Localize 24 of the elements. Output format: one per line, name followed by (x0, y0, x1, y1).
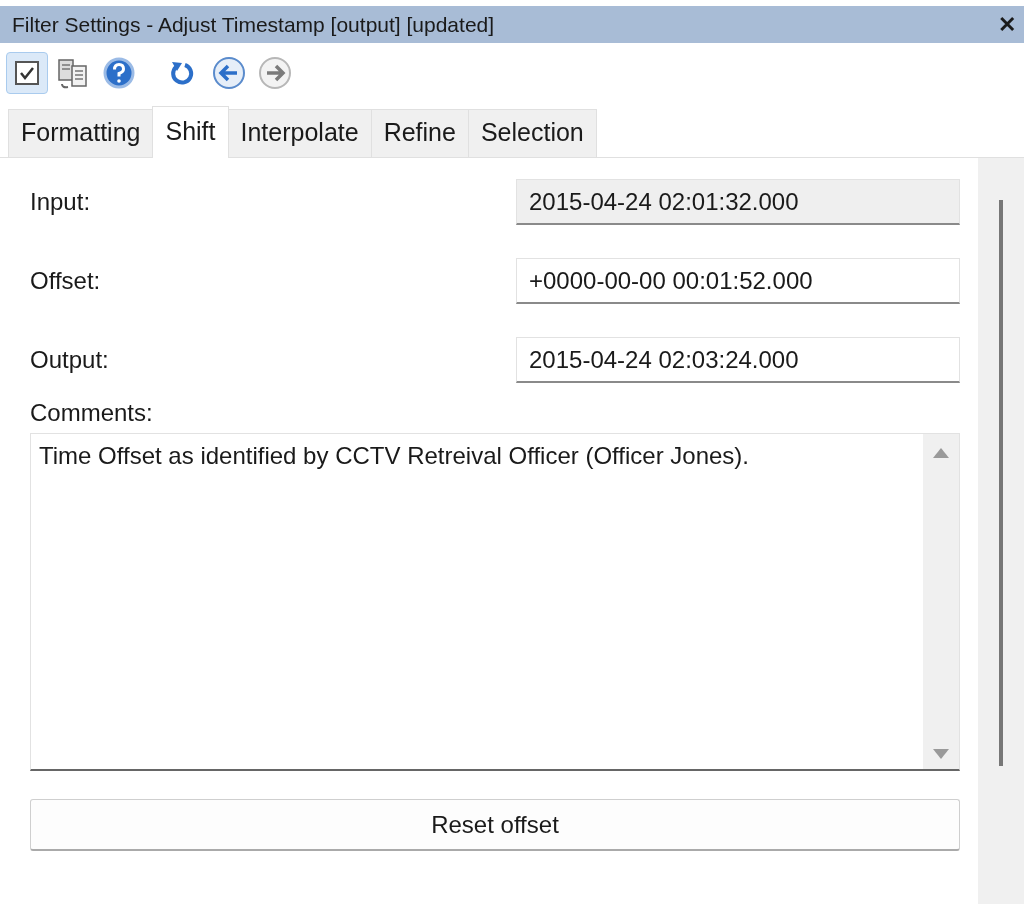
reset-offset-button[interactable]: Reset offset (30, 799, 960, 851)
field-label: Output: (30, 346, 109, 374)
tab[interactable]: Selection (467, 109, 597, 157)
help-icon (103, 57, 135, 89)
scroll-up-icon[interactable] (933, 448, 949, 458)
field-label: Offset: (30, 267, 101, 295)
close-button[interactable]: ✕ (998, 11, 1016, 38)
comments-field[interactable]: Time Offset as identified by CCTV Retreival Officer (Officer Jones). (30, 433, 960, 771)
field-label: Input: (30, 188, 91, 216)
scrollbar[interactable] (923, 434, 959, 769)
window-title: Filter Settings - Adjust Timestamp [output] [updated] (12, 12, 495, 37)
tab[interactable]: Shift (152, 106, 229, 158)
tab[interactable]: Refine (370, 109, 469, 157)
field-label: Comments: (30, 399, 154, 427)
tab[interactable]: Formatting (8, 109, 154, 157)
scrollbar-thumb[interactable] (999, 200, 1003, 766)
tab[interactable]: Interpolate (227, 109, 372, 157)
scroll-down-icon[interactable] (933, 749, 949, 759)
scrollbar[interactable] (978, 158, 1024, 904)
apply-button[interactable] (6, 52, 48, 94)
input-field[interactable]: +0000-00-00 00:01:52.000 (516, 258, 960, 304)
checkbox-icon (14, 60, 40, 86)
documents-icon (56, 56, 90, 90)
input-field[interactable]: 2015-04-24 02:03:24.000 (516, 337, 960, 383)
